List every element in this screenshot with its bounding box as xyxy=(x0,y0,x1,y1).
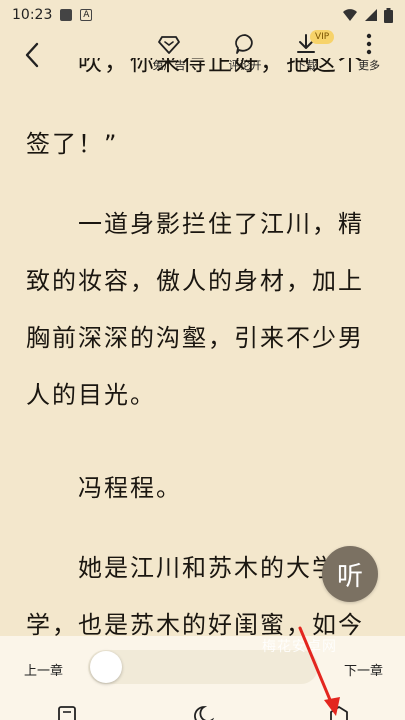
listen-button[interactable]: 听 xyxy=(322,546,378,602)
catalog-icon[interactable] xyxy=(56,706,78,720)
notification-icon xyxy=(60,9,73,21)
app-notification-icon: A xyxy=(80,9,93,21)
next-chapter-button[interactable]: 下一章 xyxy=(344,660,383,679)
battery-icon xyxy=(384,7,393,23)
vip-badge: VIP xyxy=(310,30,335,44)
more-vertical-icon xyxy=(366,33,372,55)
watermark: 梅花安卓网 xyxy=(262,639,337,655)
status-left: 10:23 A xyxy=(12,7,93,23)
comment-bubble-icon xyxy=(235,34,253,54)
status-bar: 10:23 A xyxy=(0,0,405,30)
settings-icon[interactable] xyxy=(328,706,350,720)
signal-icon xyxy=(365,9,377,21)
paragraph: 一道身影拦住了江川，精致的妆容，傲人的身材，加上胸前深深的沟壑，引来不少男人的目… xyxy=(26,210,364,409)
previous-chapter-button[interactable]: 上一章 xyxy=(24,660,63,679)
paragraph: 签了！” xyxy=(26,130,119,158)
status-time: 10:23 xyxy=(12,7,53,23)
paragraph: 吹，你来得正好，把这个 xyxy=(78,58,364,76)
listen-label: 听 xyxy=(336,561,363,592)
slider-thumb[interactable] xyxy=(90,651,122,683)
bottom-nav xyxy=(0,698,405,720)
paragraph: 冯程程。 xyxy=(78,474,182,502)
chapter-bar: 上一章 下一章 xyxy=(0,636,405,698)
status-right xyxy=(342,7,393,23)
night-mode-icon[interactable] xyxy=(192,706,214,720)
wifi-icon xyxy=(343,9,357,21)
diamond-icon xyxy=(158,36,180,54)
